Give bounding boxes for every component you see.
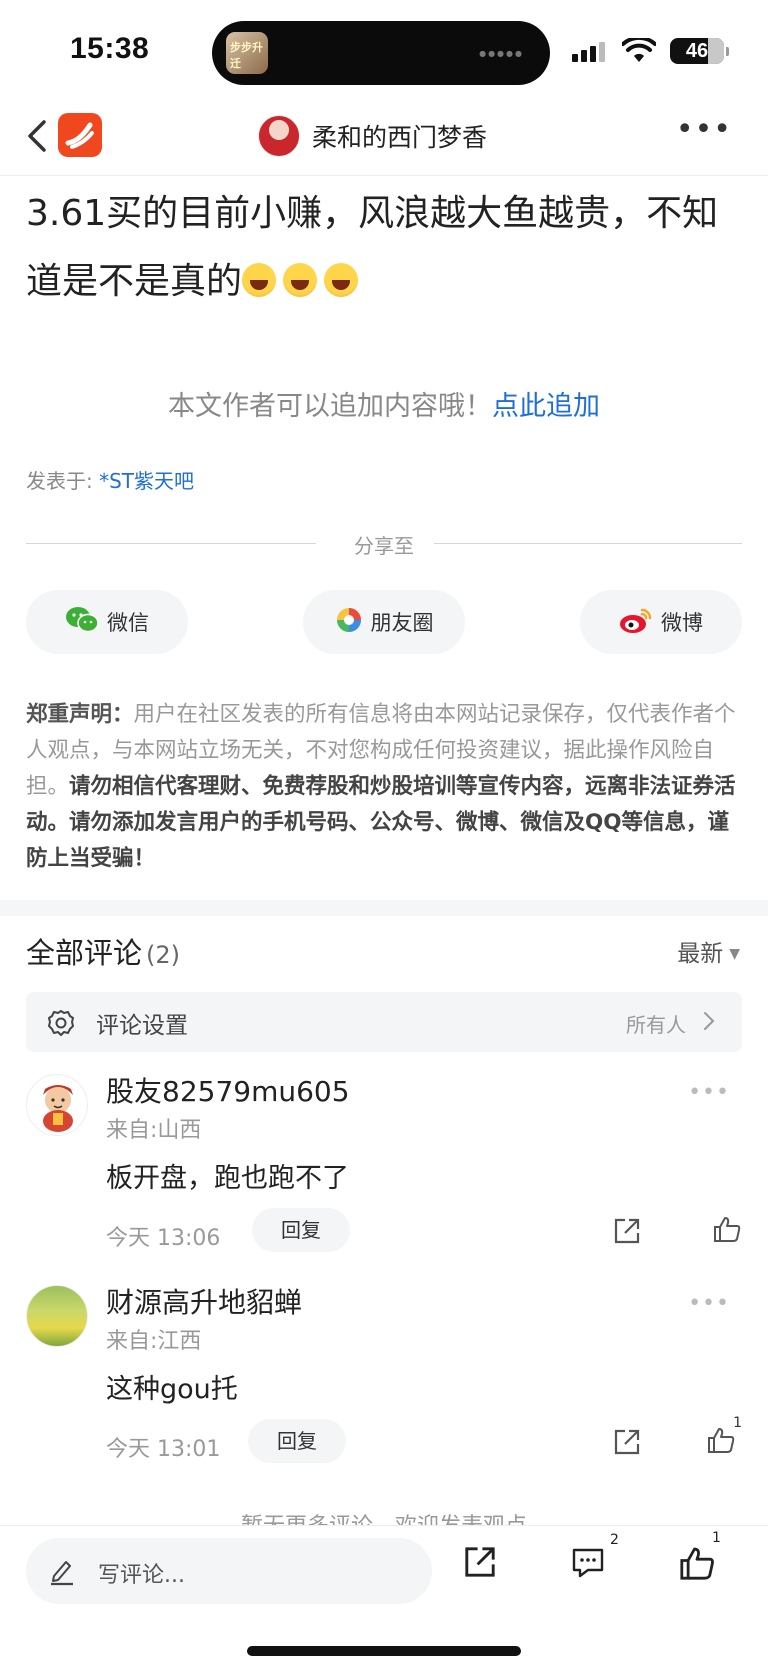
comment-more-icon[interactable]: ••• xyxy=(688,1080,730,1105)
post-body: 3.61买的目前小赚，风浪越大鱼越贵，不知道是不是真的 xyxy=(26,180,742,316)
share-icon[interactable] xyxy=(612,1216,642,1250)
section-divider xyxy=(0,900,768,916)
commenter-location: 来自:山西 xyxy=(106,1118,202,1143)
write-comment-placeholder: 写评论... xyxy=(98,1563,185,1588)
like-icon xyxy=(680,1547,714,1580)
more-icon[interactable]: ••• xyxy=(676,115,732,145)
sort-label: 最新 xyxy=(677,941,724,967)
dynamic-island[interactable]: 步步升迁 ●●●●● xyxy=(212,21,550,85)
status-bar: 15:38 步步升迁 ●●●●● 46 xyxy=(0,0,768,100)
sort-dropdown[interactable]: 最新 ▼ xyxy=(677,934,740,968)
weibo-icon xyxy=(619,606,653,639)
share-label: 分享至 xyxy=(354,534,414,558)
comments-header: 全部评论 (2) 最新 ▼ xyxy=(26,930,742,974)
settings-value: 所有人 xyxy=(626,1013,686,1037)
island-app-label: 步步升迁 xyxy=(230,41,263,70)
chevron-right-icon xyxy=(702,1010,716,1036)
status-time: 15:38 xyxy=(70,32,150,65)
reply-button[interactable]: 回复 xyxy=(248,1419,346,1463)
wechat-icon xyxy=(65,606,99,639)
like-icon[interactable] xyxy=(712,1214,742,1248)
laughing-emoji-icon xyxy=(242,263,277,297)
share-weibo-button[interactable]: 微博 xyxy=(580,590,742,654)
pencil-icon xyxy=(48,1556,76,1590)
share-button[interactable] xyxy=(462,1544,498,1584)
append-prompt: 本文作者可以追加内容哦！点此追加 xyxy=(0,384,768,423)
home-indicator[interactable] xyxy=(247,1646,521,1656)
island-app-icon: 步步升迁 xyxy=(226,32,268,74)
caret-down-icon: ▼ xyxy=(729,946,740,962)
share-moments-label: 朋友圈 xyxy=(370,611,434,635)
comment-text: 板开盘，跑也跑不了 xyxy=(106,1163,349,1194)
comments-title: 全部评论 xyxy=(26,936,143,970)
gear-icon xyxy=(46,1008,76,1042)
comment-text: 这种gou托 xyxy=(106,1374,238,1405)
share-divider: 分享至 xyxy=(26,528,742,558)
comment-settings-bar[interactable]: 评论设置 所有人 xyxy=(26,992,742,1052)
commenter-avatar[interactable] xyxy=(26,1074,88,1136)
author-header[interactable]: 柔和的西门梦香 xyxy=(258,113,487,159)
commenter-name[interactable]: 股友82579mu605 xyxy=(106,1070,350,1110)
comment-time: 今天 13:06 xyxy=(106,1226,221,1251)
author-avatar[interactable] xyxy=(258,115,300,157)
comment-item: 财源高升地貂蝉 来自:江西 这种gou托 今天 13:01 回复 ••• 1 xyxy=(26,1281,742,1471)
laughing-emoji-icon xyxy=(324,263,359,297)
like-button[interactable] xyxy=(678,1544,716,1586)
battery-icon: 46 xyxy=(670,38,724,64)
comment-bubble-icon xyxy=(572,1548,604,1578)
comment-count-badge: 2 xyxy=(610,1532,619,1548)
write-comment-input[interactable]: 写评论... xyxy=(26,1538,432,1604)
share-icon[interactable] xyxy=(612,1427,642,1461)
comments-count: (2) xyxy=(146,941,181,969)
battery-level: 46 xyxy=(685,40,709,62)
reply-button[interactable]: 回复 xyxy=(252,1208,350,1252)
forum-link[interactable]: *ST紫天吧 xyxy=(99,469,194,493)
like-count: 1 xyxy=(733,1415,742,1431)
moments-icon xyxy=(335,606,363,639)
like-icon[interactable] xyxy=(706,1425,736,1459)
comment-item: 股友82579mu605 来自:山西 板开盘，跑也跑不了 今天 13:06 回复… xyxy=(26,1070,742,1260)
share-wechat-label: 微信 xyxy=(107,611,149,635)
cellular-signal-icon xyxy=(572,42,608,62)
bottom-bar: 写评论... 2 1 xyxy=(0,1525,768,1665)
share-weibo-label: 微博 xyxy=(661,611,703,635)
commenter-name[interactable]: 财源高升地貂蝉 xyxy=(106,1281,302,1321)
share-icon xyxy=(465,1547,495,1577)
posted-in-label: 发表于: xyxy=(26,469,93,493)
island-dots-icon: ●●●●● xyxy=(479,49,524,58)
commenter-location: 来自:江西 xyxy=(106,1329,202,1354)
post-text: 3.61买的目前小赚，风浪越大鱼越贵，不知道是不是真的 xyxy=(26,193,719,302)
settings-label: 评论设置 xyxy=(96,1013,188,1039)
share-moments-button[interactable]: 朋友圈 xyxy=(303,590,465,654)
nav-bar: 柔和的西门梦香 ••• xyxy=(0,100,768,176)
append-prompt-text: 本文作者可以追加内容哦！ xyxy=(168,391,492,422)
append-link[interactable]: 点此追加 xyxy=(492,391,600,422)
back-button[interactable] xyxy=(22,116,52,156)
comment-time: 今天 13:01 xyxy=(106,1437,221,1462)
back-chevron-icon xyxy=(28,120,46,152)
author-name[interactable]: 柔和的西门梦香 xyxy=(312,118,487,154)
share-wechat-button[interactable]: 微信 xyxy=(26,590,188,654)
comment-more-icon[interactable]: ••• xyxy=(688,1291,730,1316)
commenter-avatar[interactable] xyxy=(26,1285,88,1347)
comments-button[interactable] xyxy=(570,1544,606,1584)
app-logo-icon[interactable] xyxy=(58,113,102,157)
like-count-badge: 1 xyxy=(712,1530,721,1546)
disclaimer: 郑重声明：用户在社区发表的所有信息将由本网站记录保存，仅代表作者个人观点，与本网… xyxy=(26,697,742,877)
disclaimer-warning: 请勿相信代客理财、免费荐股和炒股培训等宣传内容，远离非法证券活动。请勿添加发言用… xyxy=(26,774,736,871)
posted-in: 发表于: *ST紫天吧 xyxy=(26,465,194,494)
laughing-emoji-icon xyxy=(283,263,318,297)
wifi-icon xyxy=(621,35,657,68)
disclaimer-title: 郑重声明： xyxy=(26,702,134,727)
